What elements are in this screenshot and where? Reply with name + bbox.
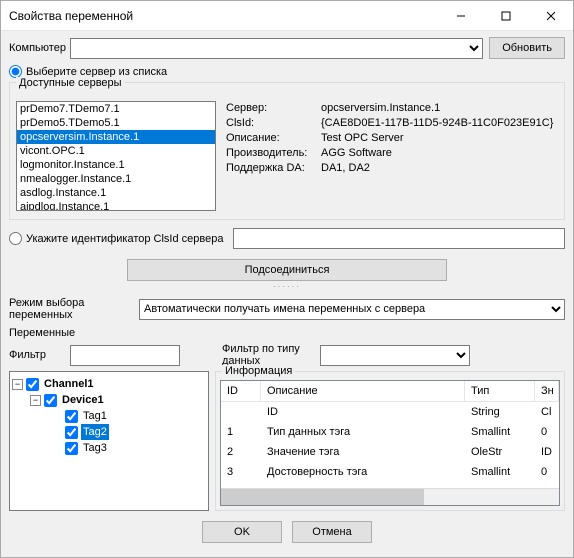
server-list-item[interactable]: opcserversim.Instance.1: [17, 130, 215, 144]
server-list-item[interactable]: prDemo7.TDemo7.1: [17, 102, 215, 116]
detail-desc-label: Описание:: [226, 131, 321, 146]
server-list-item[interactable]: prDemo5.TDemo5.1: [17, 116, 215, 130]
computer-select[interactable]: [70, 38, 483, 59]
th-desc[interactable]: Описание: [261, 381, 465, 401]
clsid-input[interactable]: [233, 228, 565, 249]
server-details: Сервер:opcserversim.Instance.1 ClsId:{CA…: [226, 101, 558, 211]
collapse-icon[interactable]: −: [30, 395, 41, 406]
type-filter-select[interactable]: [320, 345, 470, 366]
server-list-item[interactable]: nmealogger.Instance.1: [17, 172, 215, 186]
variables-label: Переменные: [9, 327, 565, 339]
variable-tree[interactable]: − Channel1 − Device1 Tag1 Tag2 Tag3: [9, 371, 209, 511]
titlebar: Свойства переменной: [1, 1, 573, 31]
close-button[interactable]: [528, 1, 573, 30]
tree-label-root: Channel1: [42, 376, 96, 392]
table-row[interactable]: 2Значение тэгаOleStrID: [221, 442, 559, 462]
tree-checkbox[interactable]: [44, 394, 57, 407]
tree-label-device: Device1: [60, 392, 106, 408]
horizontal-scrollbar[interactable]: [221, 488, 559, 505]
detail-vendor-label: Производитель:: [226, 146, 321, 161]
server-list-item[interactable]: logmonitor.Instance.1: [17, 158, 215, 172]
radio-enter-clsid-label: Укажите идентификатор ClsId сервера: [26, 233, 223, 245]
tree-label-tag: Tag1: [81, 408, 109, 424]
tree-node-tag[interactable]: Tag1: [48, 408, 206, 424]
splitter[interactable]: ······: [9, 285, 565, 291]
filter-label: Фильтр: [9, 349, 64, 361]
detail-da-label: Поддержка DA:: [226, 161, 321, 176]
collapse-icon[interactable]: −: [12, 379, 23, 390]
server-list-item[interactable]: vicont.OPC.1: [17, 144, 215, 158]
window-title: Свойства переменной: [9, 9, 438, 23]
th-id[interactable]: ID: [221, 381, 261, 401]
detail-desc-value: Test OPC Server: [321, 131, 558, 146]
server-list-item[interactable]: aipdlog.Instance.1: [17, 200, 215, 211]
detail-clsid-value: {CAE8D0E1-117B-11D5-924B-11C0F023E91C}: [321, 116, 558, 131]
tree-checkbox[interactable]: [26, 378, 39, 391]
dialog-window: Свойства переменной Компьютер Обновить В…: [0, 0, 574, 558]
computer-label: Компьютер: [9, 42, 64, 54]
info-legend: Информация: [222, 365, 295, 377]
detail-vendor-value: AGG Software: [321, 146, 558, 161]
detail-da-value: DA1, DA2: [321, 161, 558, 176]
tree-label-tag: Tag2: [81, 424, 109, 440]
tree-checkbox[interactable]: [65, 442, 78, 455]
mode-label: Режим выбора переменных: [9, 297, 133, 321]
refresh-button[interactable]: Обновить: [489, 37, 565, 59]
server-list-item[interactable]: asdlog.Instance.1: [17, 186, 215, 200]
table-row[interactable]: IDStringCl: [221, 402, 559, 422]
tree-label-tag: Tag3: [81, 440, 109, 456]
table-row[interactable]: 1Тип данных тэгаSmallint0: [221, 422, 559, 442]
tree-node-channel[interactable]: − Channel1: [12, 376, 206, 392]
filter-input[interactable]: [70, 345, 180, 366]
detail-clsid-label: ClsId:: [226, 116, 321, 131]
detail-server-value: opcserversim.Instance.1: [321, 101, 558, 116]
type-filter-label: Фильтр по типу данных: [222, 343, 314, 367]
available-servers-legend: Доступные серверы: [16, 77, 125, 89]
ok-button[interactable]: OK: [202, 521, 282, 543]
tree-checkbox[interactable]: [65, 410, 78, 423]
available-servers-group: Доступные серверы prDemo7.TDemo7.1prDemo…: [9, 82, 565, 220]
minimize-button[interactable]: [438, 1, 483, 30]
table-header[interactable]: ID Описание Тип Зн: [221, 381, 559, 402]
tree-node-tag[interactable]: Tag3: [48, 440, 206, 456]
th-type[interactable]: Тип: [465, 381, 535, 401]
radio-enter-clsid[interactable]: [9, 232, 22, 245]
tree-checkbox[interactable]: [65, 426, 78, 439]
maximize-button[interactable]: [483, 1, 528, 30]
tree-node-device[interactable]: − Device1: [30, 392, 206, 408]
th-extra[interactable]: Зн: [535, 381, 559, 401]
radio-select-from-list-label: Выберите сервер из списка: [26, 66, 167, 78]
table-row[interactable]: 3Достоверность тэгаSmallint0: [221, 462, 559, 482]
detail-server-label: Сервер:: [226, 101, 321, 116]
server-listbox[interactable]: prDemo7.TDemo7.1prDemo5.TDemo5.1opcserve…: [16, 101, 216, 211]
mode-select[interactable]: Автоматически получать имена переменных …: [139, 299, 565, 320]
info-table[interactable]: ID Описание Тип Зн IDStringCl1Тип данных…: [220, 380, 560, 506]
tree-node-tag[interactable]: Tag2: [48, 424, 206, 440]
cancel-button[interactable]: Отмена: [292, 521, 372, 543]
connect-button[interactable]: Подсоединиться: [127, 259, 447, 281]
info-group: Информация ID Описание Тип Зн IDStringCl…: [215, 371, 565, 511]
